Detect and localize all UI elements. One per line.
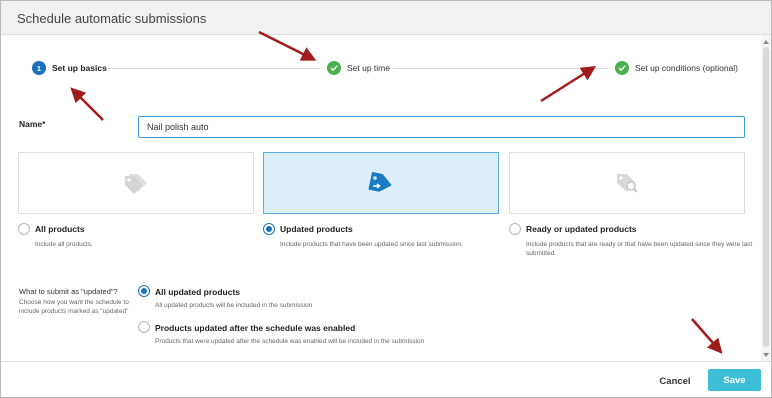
- checkmark-icon: [327, 61, 341, 75]
- updated-section-title: What to submit as "updated"?: [19, 287, 118, 296]
- stepper-connector: [105, 68, 321, 69]
- vertical-scrollbar[interactable]: [761, 35, 771, 361]
- dialog-title: Schedule automatic submissions: [17, 11, 207, 26]
- option-label: Products updated after the schedule was …: [155, 323, 356, 333]
- option-description: Products that were updated after the sch…: [155, 338, 425, 345]
- tags-icon: [125, 174, 147, 194]
- option-label: All updated products: [155, 287, 240, 297]
- option-description: Include products that have been updated …: [280, 241, 463, 248]
- option-description: Include products that are ready or that …: [526, 241, 753, 257]
- step-set-up-conditions[interactable]: Set up conditions (optional): [615, 60, 738, 76]
- scroll-up-icon[interactable]: [763, 40, 769, 44]
- save-button[interactable]: Save: [708, 369, 761, 391]
- updated-products-card[interactable]: [263, 152, 499, 214]
- option-label: All products: [35, 224, 85, 234]
- dialog-title-bar: Schedule automatic submissions: [1, 1, 771, 35]
- cancel-button[interactable]: Cancel: [651, 371, 699, 391]
- ready-or-updated-radio[interactable]: [509, 223, 521, 235]
- tag-search-icon: [617, 174, 638, 193]
- name-field-label: Name*: [19, 119, 46, 129]
- name-input[interactable]: [138, 116, 745, 138]
- schedule-dialog: Schedule automatic submissions 1 Set up …: [0, 0, 772, 398]
- step-label: Set up time: [347, 63, 390, 73]
- step-set-up-time[interactable]: Set up time: [327, 60, 390, 76]
- step-label: Set up conditions (optional): [635, 63, 739, 73]
- all-products-card[interactable]: [18, 152, 254, 214]
- checkmark-icon: [615, 61, 629, 75]
- ready-or-updated-card[interactable]: [509, 152, 745, 214]
- step-set-up-basics[interactable]: 1 Set up basics: [32, 60, 107, 76]
- all-products-radio[interactable]: [18, 223, 30, 235]
- step-label: Set up basics: [52, 63, 107, 73]
- option-label: Ready or updated products: [526, 224, 637, 234]
- products-updated-after-radio[interactable]: [138, 321, 150, 333]
- step-number-badge: 1: [32, 61, 46, 75]
- stepper-connector: [393, 68, 609, 69]
- option-description: Include all products.: [35, 241, 93, 248]
- all-updated-products-radio[interactable]: [138, 285, 150, 297]
- scroll-down-icon[interactable]: [763, 353, 769, 357]
- option-label: Updated products: [280, 224, 353, 234]
- updated-products-radio[interactable]: [263, 223, 275, 235]
- updated-section-help: Choose how you want the schedule to incl…: [19, 299, 129, 315]
- tag-arrow-icon: [368, 171, 392, 192]
- scrollbar-thumb[interactable]: [763, 47, 769, 347]
- option-description: All updated products will be included in…: [155, 302, 313, 309]
